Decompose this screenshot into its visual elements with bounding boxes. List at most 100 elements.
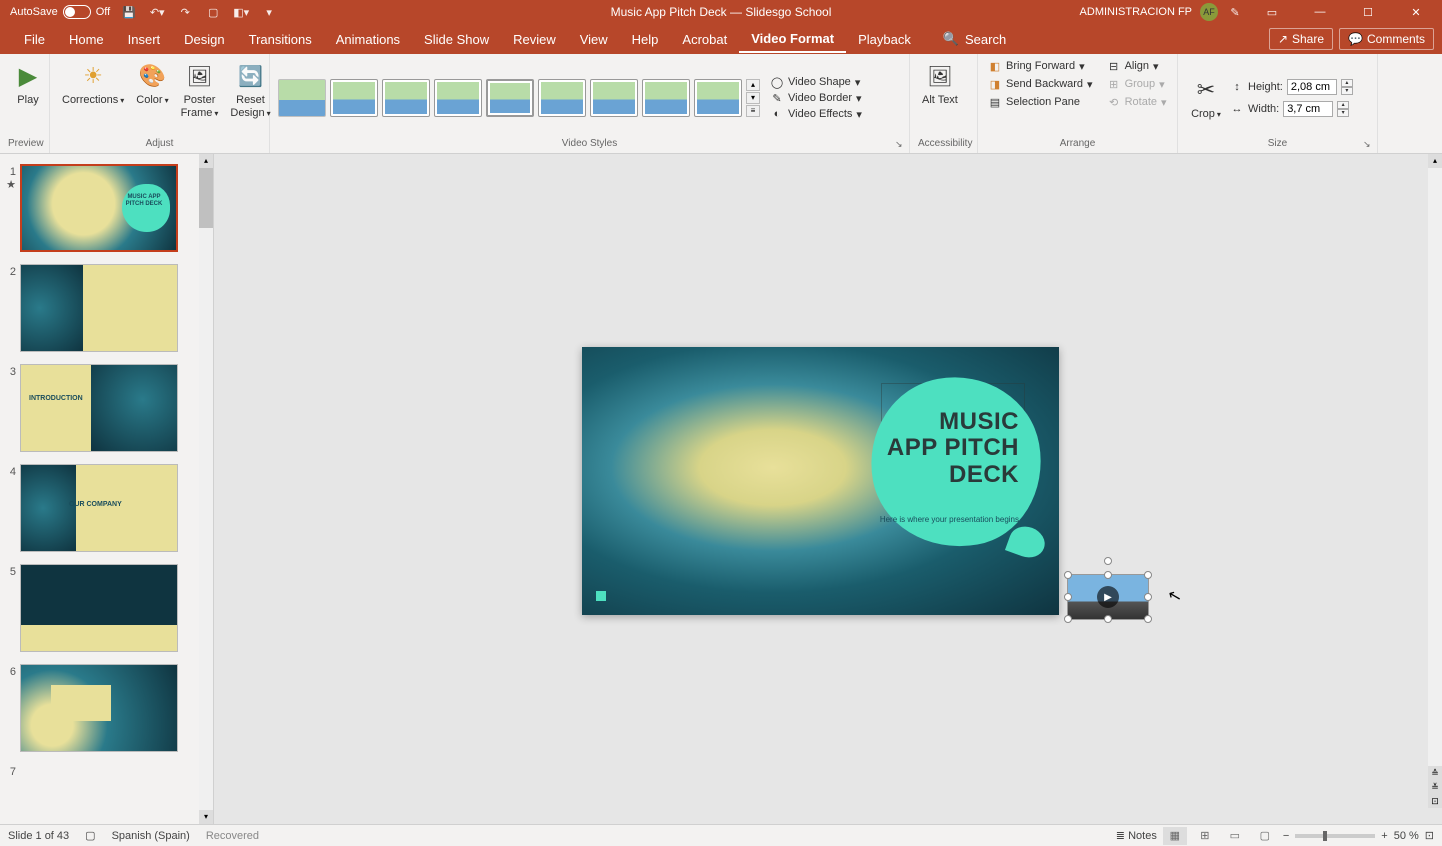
normal-view-icon[interactable]: ▦ [1163, 827, 1187, 845]
tab-review[interactable]: Review [501, 27, 568, 52]
resize-handle-ml[interactable] [1064, 593, 1072, 601]
fit-to-window-icon[interactable]: ⊡ [1425, 829, 1434, 842]
selection-pane-button[interactable]: ▤ Selection Pane [986, 94, 1095, 110]
video-style-5[interactable] [486, 79, 534, 117]
tab-slideshow[interactable]: Slide Show [412, 27, 501, 52]
slide-thumb-2[interactable] [20, 264, 178, 352]
tab-acrobat[interactable]: Acrobat [670, 27, 739, 52]
maximize-icon[interactable]: ☐ [1348, 0, 1388, 24]
video-style-7[interactable] [590, 79, 638, 117]
width-down-icon[interactable]: ▾ [1337, 109, 1349, 117]
rotate-handle[interactable] [1104, 557, 1112, 565]
width-input[interactable] [1283, 101, 1333, 117]
video-style-6[interactable] [538, 79, 586, 117]
zoom-slider[interactable] [1295, 834, 1375, 838]
present-from-start-icon[interactable]: ▢ [204, 3, 222, 21]
zoom-slider-thumb[interactable] [1323, 831, 1327, 841]
width-up-icon[interactable]: ▴ [1337, 101, 1349, 109]
play-button[interactable]: ▶ Play [8, 58, 48, 109]
accessibility-check-icon[interactable]: ▢ [85, 829, 95, 842]
user-avatar[interactable]: AF [1200, 3, 1218, 21]
resize-handle-bm[interactable] [1104, 615, 1112, 623]
zoom-out-button[interactable]: − [1283, 830, 1289, 842]
slide-title-text[interactable]: MUSIC APP PITCH DECK [887, 409, 1019, 488]
tab-view[interactable]: View [568, 27, 620, 52]
notes-button[interactable]: ≣ Notes [1116, 829, 1157, 842]
resize-handle-mr[interactable] [1144, 593, 1152, 601]
thumbnail-scrollbar[interactable]: ▴ ▾ [199, 154, 213, 824]
resize-handle-tm[interactable] [1104, 571, 1112, 579]
save-icon[interactable]: 💾 [120, 3, 138, 21]
coming-soon-icon[interactable]: ✎ [1226, 3, 1244, 21]
video-style-1[interactable] [278, 79, 326, 117]
redo-icon[interactable]: ↷ [176, 3, 194, 21]
send-backward-button[interactable]: ◨ Send Backward ▾ [986, 76, 1095, 92]
alt-text-button[interactable]: 🖼 Alt Text [918, 58, 962, 109]
inserted-video-object[interactable]: ▶ [1067, 574, 1149, 620]
scroll-up-icon[interactable]: ▴ [199, 154, 213, 168]
video-style-4[interactable] [434, 79, 482, 117]
corrections-button[interactable]: ☀ Corrections [58, 58, 128, 109]
canvas-vertical-scrollbar[interactable]: ▴ ▾ [1428, 154, 1442, 808]
rotate-button[interactable]: ⟲ Rotate ▾ [1105, 94, 1169, 110]
slide-sorter-view-icon[interactable]: ⊞ [1193, 827, 1217, 845]
prev-slide-icon[interactable]: ≙ [1428, 766, 1442, 780]
theme-color-icon[interactable]: ◧▾ [232, 3, 250, 21]
video-style-8[interactable] [642, 79, 690, 117]
next-slide-icon[interactable]: ≚ [1428, 780, 1442, 794]
video-style-2[interactable] [330, 79, 378, 117]
color-button[interactable]: 🎨 Color [132, 58, 172, 109]
crop-button[interactable]: ✂ Crop [1186, 72, 1226, 123]
video-effects-button[interactable]: ◐ Video Effects ▾ [770, 107, 862, 121]
slide-subtitle[interactable]: Here is where your presentation begins [880, 515, 1019, 524]
qat-more-icon[interactable]: ▾ [260, 3, 278, 21]
comments-button[interactable]: 💬 Comments [1339, 28, 1434, 50]
canvas-scroll-up-icon[interactable]: ▴ [1428, 154, 1442, 168]
resize-handle-tl[interactable] [1064, 571, 1072, 579]
language-indicator[interactable]: Spanish (Spain) [112, 830, 190, 842]
close-icon[interactable]: ✕ [1396, 0, 1436, 24]
gallery-more-icon[interactable]: ≡ [746, 105, 760, 117]
tab-transitions[interactable]: Transitions [237, 27, 324, 52]
tab-design[interactable]: Design [172, 27, 236, 52]
poster-frame-button[interactable]: 🖼 Poster Frame [177, 58, 223, 122]
bring-forward-button[interactable]: ◧ Bring Forward ▾ [986, 58, 1095, 74]
slide-counter[interactable]: Slide 1 of 43 [8, 830, 69, 842]
zoom-in-button[interactable]: + [1381, 830, 1387, 842]
slide-thumb-3[interactable]: INTRODUCTION [20, 364, 178, 452]
group-button[interactable]: ⊞ Group ▾ [1105, 76, 1169, 92]
resize-handle-tr[interactable] [1144, 571, 1152, 579]
slideshow-view-icon[interactable]: ▢ [1253, 827, 1277, 845]
height-input[interactable] [1287, 79, 1337, 95]
zoom-percent[interactable]: 50 % [1394, 830, 1419, 842]
slide-thumb-1[interactable]: MUSIC APP PITCH DECK [20, 164, 178, 252]
search-box[interactable]: 🔍 Search [923, 31, 1006, 47]
tab-animations[interactable]: Animations [324, 27, 412, 52]
minimize-icon[interactable]: — [1300, 0, 1340, 24]
slide-canvas[interactable]: MUSIC APP PITCH DECK Here is where your … [582, 347, 1059, 615]
reset-design-button[interactable]: 🔄 Reset Design [226, 58, 274, 122]
recovered-indicator[interactable]: Recovered [206, 830, 259, 842]
tab-video-format[interactable]: Video Format [739, 26, 846, 53]
slide-canvas-area[interactable]: MUSIC APP PITCH DECK Here is where your … [214, 154, 1442, 824]
slide-thumb-6[interactable]: PROBLEM [20, 664, 178, 752]
height-down-icon[interactable]: ▾ [1341, 87, 1353, 95]
video-style-9[interactable] [694, 79, 742, 117]
height-up-icon[interactable]: ▴ [1341, 79, 1353, 87]
slide-thumb-5[interactable] [20, 564, 178, 652]
scroll-thumb[interactable] [199, 168, 213, 228]
align-button[interactable]: ⊟ Align ▾ [1105, 58, 1169, 74]
gallery-down-icon[interactable]: ▾ [746, 92, 760, 104]
video-shape-button[interactable]: ◯ Video Shape ▾ [770, 75, 862, 89]
size-dialog-launcher[interactable]: ↘ [1363, 139, 1375, 151]
undo-icon[interactable]: ↶▾ [148, 3, 166, 21]
resize-handle-br[interactable] [1144, 615, 1152, 623]
tab-file[interactable]: File [12, 27, 57, 52]
tab-playback[interactable]: Playback [846, 27, 923, 52]
video-play-icon[interactable]: ▶ [1097, 586, 1119, 608]
video-styles-dialog-launcher[interactable]: ↘ [895, 139, 907, 151]
slide-thumb-4[interactable]: OUR COMPANY [20, 464, 178, 552]
gallery-up-icon[interactable]: ▴ [746, 79, 760, 91]
tab-home[interactable]: Home [57, 27, 116, 52]
resize-handle-bl[interactable] [1064, 615, 1072, 623]
